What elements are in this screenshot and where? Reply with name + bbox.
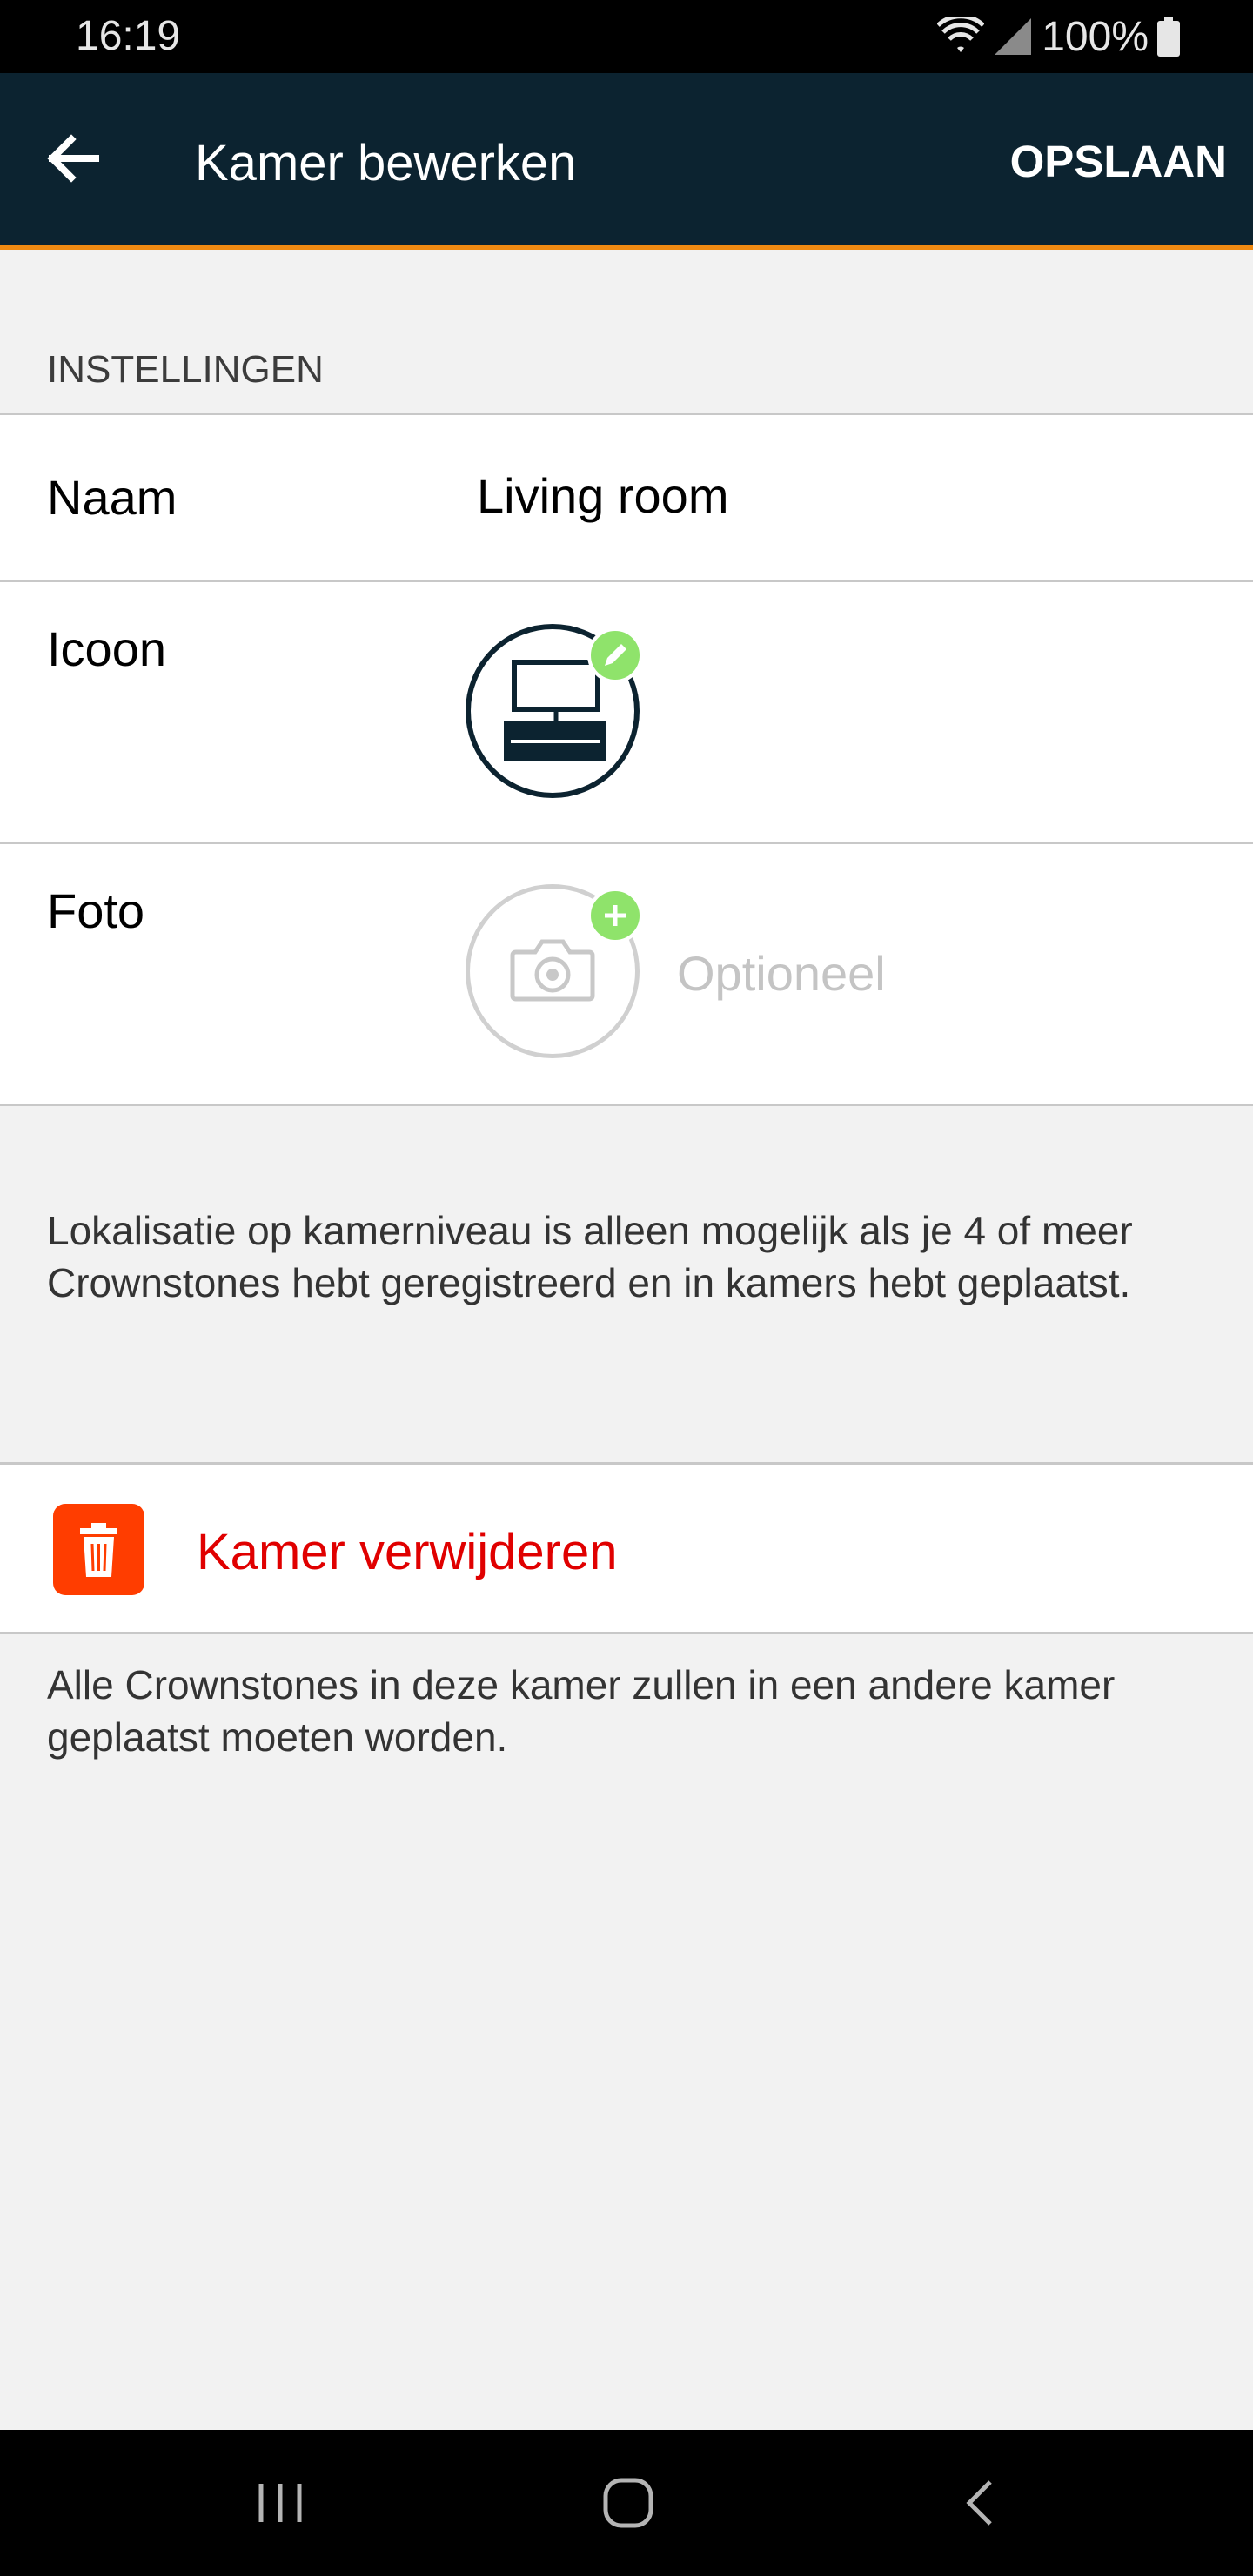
- system-nav-bar: [0, 2430, 1253, 2576]
- photo-row[interactable]: Foto Optioneel: [0, 844, 1253, 1104]
- delete-icon-box[interactable]: [53, 1504, 144, 1595]
- save-button[interactable]: OPSLAAN: [1010, 136, 1227, 187]
- status-bar: 16:19 100%: [0, 0, 1253, 73]
- back-nav-icon[interactable]: [945, 2475, 1015, 2531]
- divider: [0, 1632, 1253, 1634]
- delete-room-row[interactable]: [0, 1465, 1253, 1632]
- plus-icon: [605, 905, 626, 926]
- arrow-left-icon[interactable]: [42, 127, 104, 190]
- localization-note: Lokalisatie op kamerniveau is alleen mog…: [47, 1208, 1133, 1305]
- section-title: INSTELLINGEN: [47, 348, 324, 391]
- icon-row[interactable]: Icoon: [0, 582, 1253, 842]
- name-field[interactable]: Living room: [477, 467, 728, 524]
- signal-icon: [995, 18, 1032, 55]
- divider: [0, 1104, 1253, 1106]
- battery-icon: [1157, 17, 1180, 57]
- photo-placeholder: Optioneel: [677, 946, 886, 1001]
- status-icons: 100%: [937, 12, 1180, 61]
- status-time: 16:19: [76, 13, 181, 59]
- delete-room-button[interactable]: Kamer verwijderen: [197, 1523, 618, 1581]
- recent-apps-icon[interactable]: [245, 2475, 315, 2531]
- battery-percent: 100%: [1042, 13, 1149, 60]
- wifi-icon: [937, 17, 985, 52]
- name-row[interactable]: Naam Living room: [0, 415, 1253, 580]
- add-photo-badge[interactable]: [587, 888, 643, 943]
- edit-icon-badge[interactable]: [587, 627, 643, 683]
- icon-label: Icoon: [47, 621, 166, 676]
- app-bar: Kamer bewerken OPSLAAN: [0, 73, 1253, 245]
- pencil-icon: [605, 644, 626, 666]
- name-label: Naam: [47, 470, 178, 525]
- delete-note: Alle Crownstones in deze kamer zullen in…: [47, 1662, 1116, 1760]
- page-title: Kamer bewerken: [195, 135, 577, 191]
- home-icon[interactable]: [593, 2475, 663, 2531]
- photo-label: Foto: [47, 883, 145, 938]
- trash-icon: [80, 1523, 117, 1577]
- header-accent-line: [0, 245, 1253, 250]
